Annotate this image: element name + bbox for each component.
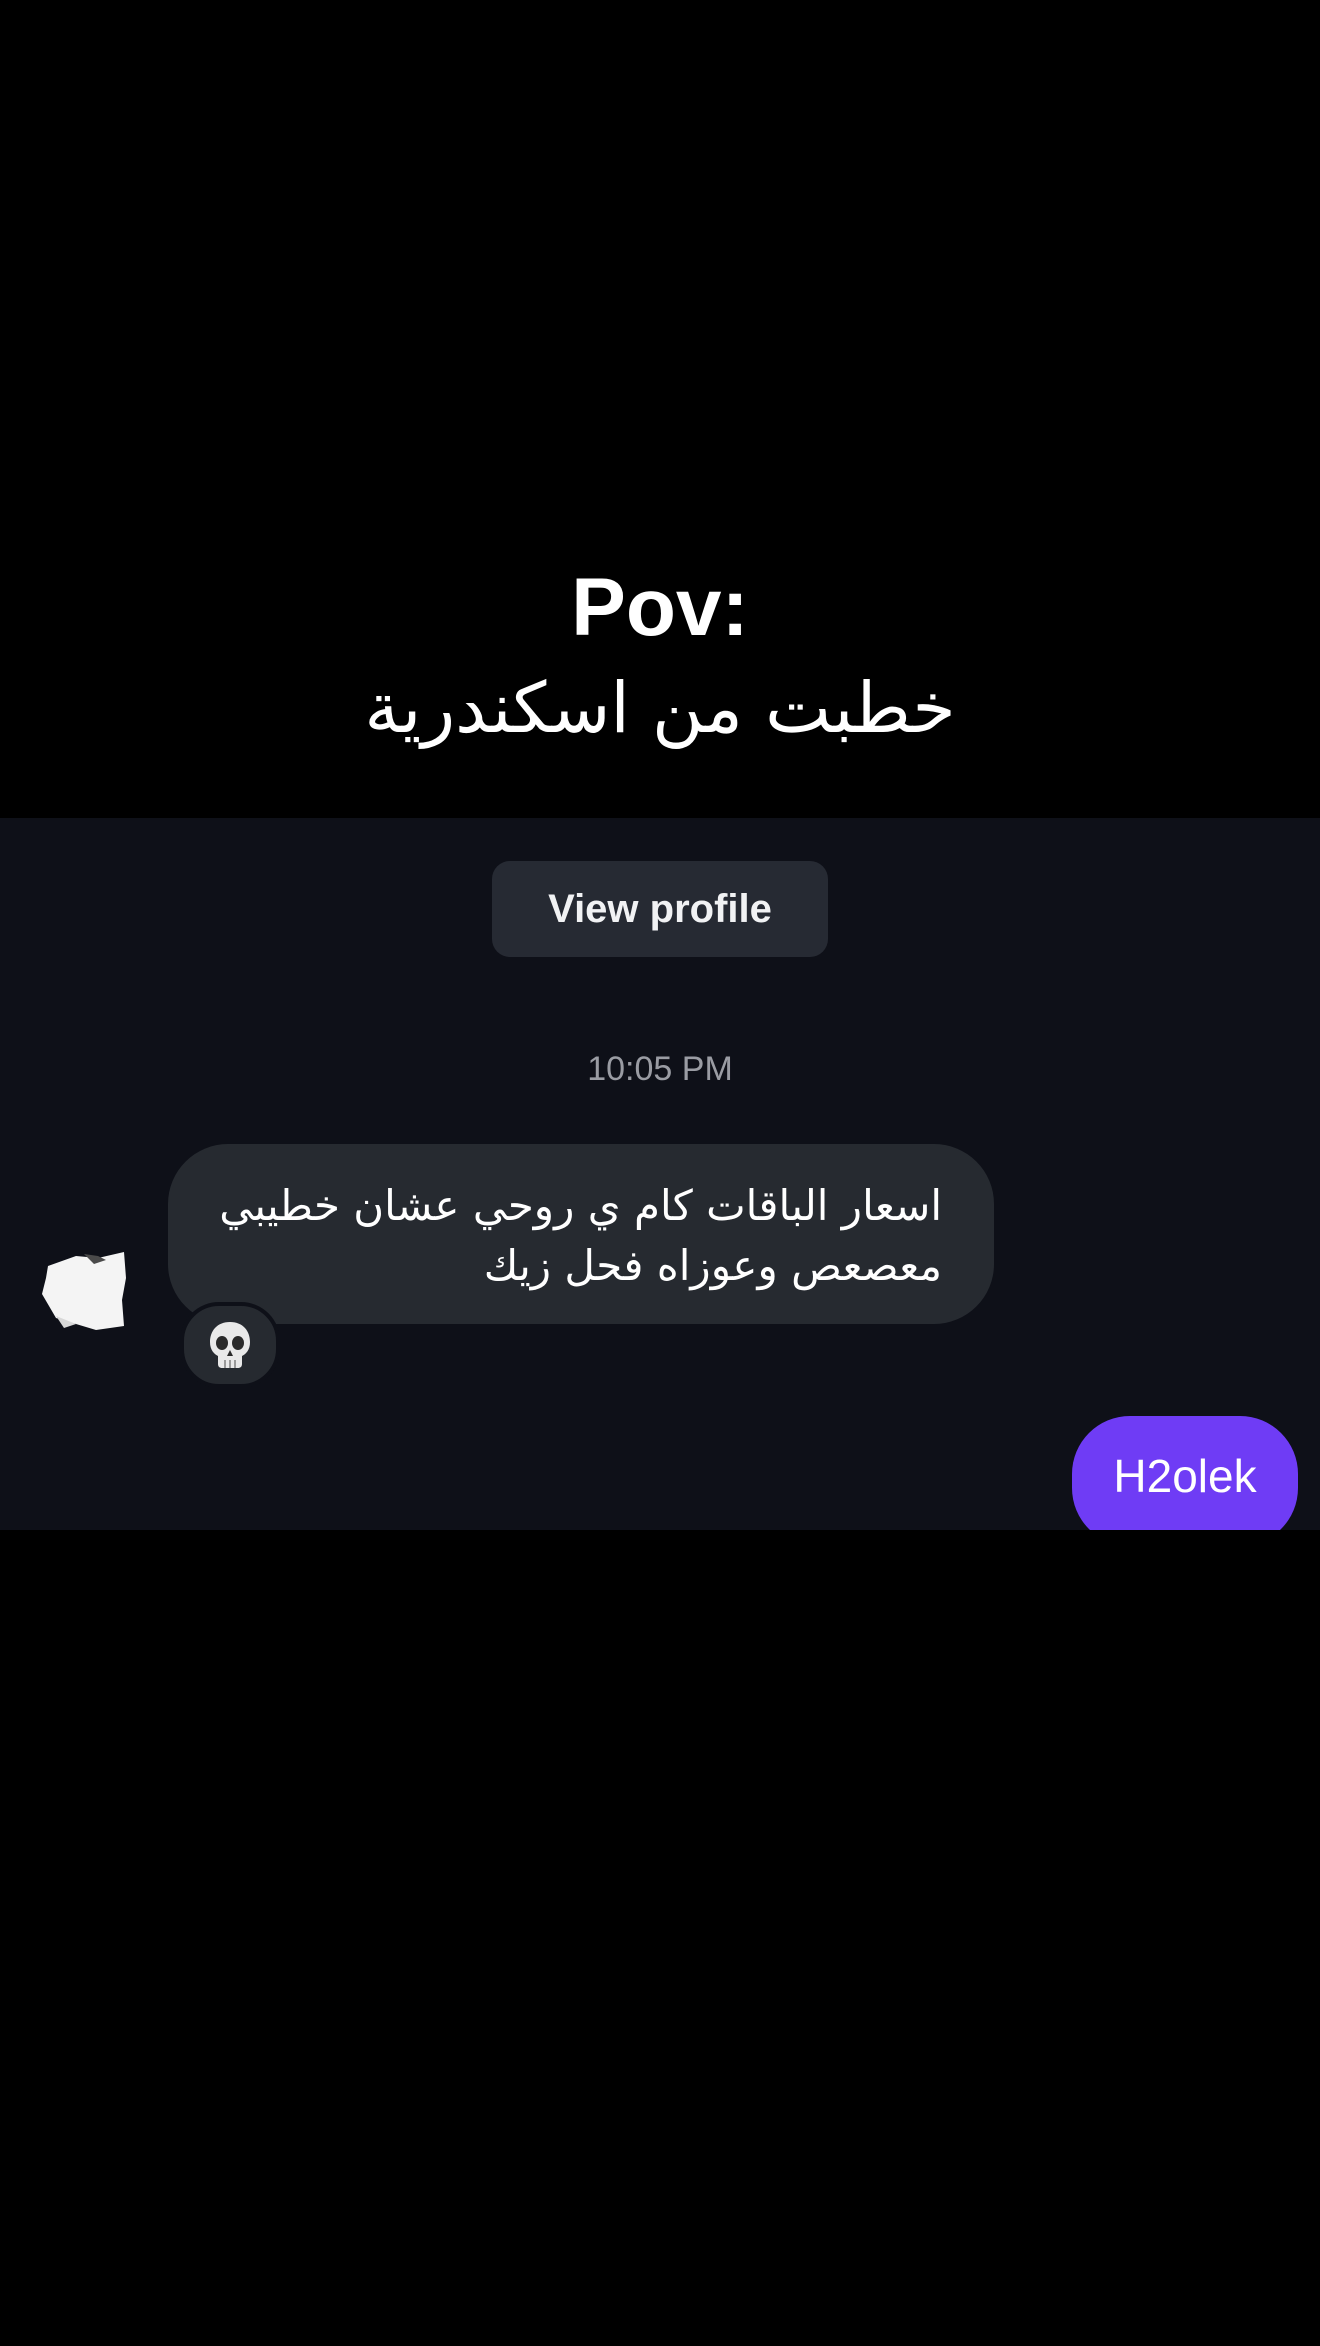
outgoing-message-bubble[interactable]: H2olek [1072,1416,1298,1530]
incoming-message-line-1: اسعار الباقات كام ي روحي عشان خطيبي [219,1181,942,1230]
message-timestamp: 10:05 PM [587,1050,733,1088]
caption-title: Pov: [571,562,749,653]
caption-subtitle: خطبت من اسكندرية [364,667,956,749]
incoming-message-bubble[interactable]: اسعار الباقات كام ي روحي عشان خطيبي معصع… [168,1144,994,1324]
video-caption: Pov: خطبت من اسكندرية [0,560,1320,760]
message-reaction[interactable] [180,1302,280,1388]
avatar[interactable] [36,1238,136,1338]
avatar-image [42,1252,126,1330]
view-profile-button[interactable]: View profile [492,861,828,957]
incoming-message-line-2: معصعص وعوزاه فحل زيك [483,1241,942,1290]
chat-thread: View profile 10:05 PM اسعار الباقات كام … [0,818,1320,1530]
skull-icon [210,1322,250,1368]
